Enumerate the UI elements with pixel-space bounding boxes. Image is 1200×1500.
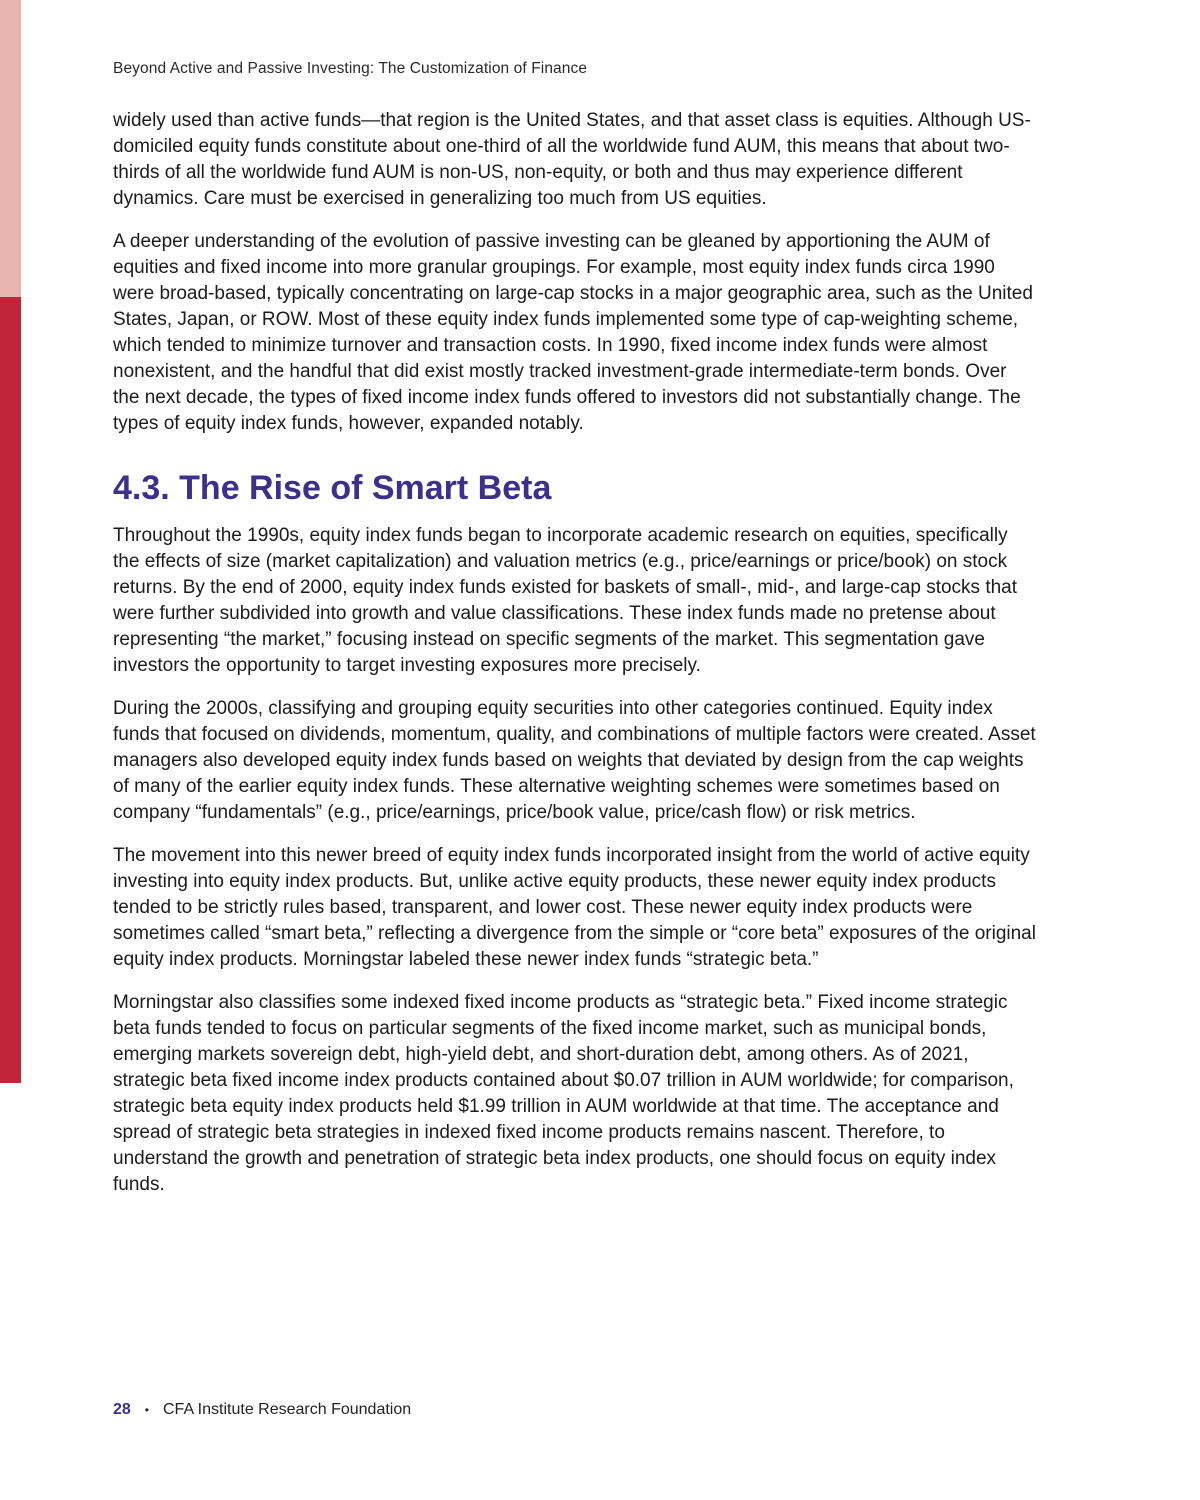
footer-bullet: •: [144, 1403, 149, 1417]
page-footer: 28 • CFA Institute Research Foundation: [113, 1401, 411, 1419]
sidebar-accent-dark: [0, 297, 21, 1083]
section-heading: 4.3. The Rise of Smart Beta: [113, 469, 552, 507]
page-number: 28: [113, 1401, 131, 1418]
section-paragraph-4: Morningstar also classifies some indexed…: [113, 992, 1014, 1195]
section-paragraph-2: During the 2000s, classifying and groupi…: [113, 698, 1036, 823]
intro-paragraph-2: A deeper understanding of the evolution …: [113, 231, 1033, 434]
section-paragraph-3: The movement into this newer breed of eq…: [113, 845, 1036, 970]
intro-paragraph-1: widely used than active funds—that regio…: [113, 110, 1031, 209]
publisher-name: CFA Institute Research Foundation: [163, 1401, 412, 1418]
page-content: widely used than active funds—that regio…: [113, 108, 1038, 1215]
sidebar-accent-light: [0, 0, 21, 297]
running-header: Beyond Active and Passive Investing: The…: [113, 60, 588, 77]
section-paragraph-1: Throughout the 1990s, equity index funds…: [113, 525, 1018, 676]
